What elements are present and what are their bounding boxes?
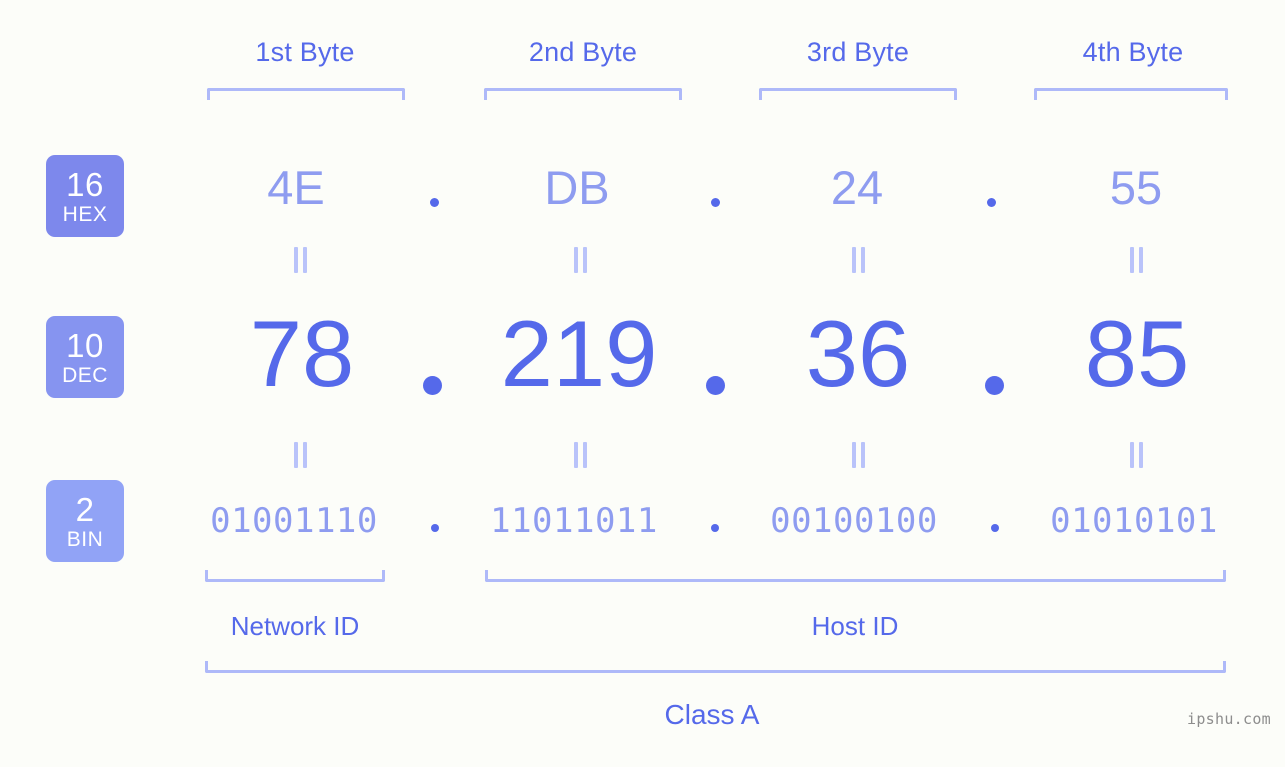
base-badge-bin: 2 BIN (46, 480, 124, 562)
equals-marker-dec-bin-4 (1129, 442, 1144, 468)
dec-octet-3: 36 (805, 301, 911, 406)
base-number-bin: 2 (75, 490, 95, 528)
equals-marker-hex-dec-1 (293, 247, 308, 273)
bin-separator-dot-1 (431, 524, 439, 532)
watermark: ipshu.com (1187, 710, 1271, 728)
byte-bracket-3 (759, 88, 957, 100)
hex-separator-dot-1 (430, 198, 439, 207)
hex-separator-dot-3 (987, 198, 996, 207)
byte-bracket-2 (484, 88, 682, 100)
base-badge-hex: 16 HEX (46, 155, 124, 237)
byte-bracket-4 (1034, 88, 1228, 100)
hex-separator-dot-2 (711, 198, 720, 207)
equals-marker-dec-bin-2 (573, 442, 588, 468)
dec-separator-dot-2 (706, 376, 725, 395)
equals-marker-hex-dec-2 (573, 247, 588, 273)
base-name-bin: BIN (66, 527, 104, 551)
bin-octet-2: 11011011 (490, 501, 658, 541)
base-name-dec: DEC (62, 363, 108, 387)
ip-address-breakdown-diagram: 1st Byte 2nd Byte 3rd Byte 4th Byte 16 H… (0, 0, 1285, 767)
network-id-label: Network ID (230, 611, 360, 641)
bin-octet-1: 01001110 (210, 501, 378, 541)
hex-octet-1: 4E (267, 161, 325, 214)
equals-marker-dec-bin-1 (293, 442, 308, 468)
host-id-label: Host ID (811, 611, 899, 641)
bin-separator-dot-3 (991, 524, 999, 532)
network-id-bracket (205, 570, 385, 582)
class-bracket (205, 661, 1226, 673)
dec-separator-dot-3 (985, 376, 1004, 395)
hex-octet-3: 24 (830, 161, 884, 214)
byte-bracket-1 (207, 88, 405, 100)
byte-header-1: 1st Byte (255, 37, 355, 67)
equals-marker-dec-bin-3 (851, 442, 866, 468)
base-badge-dec: 10 DEC (46, 316, 124, 398)
hex-octet-4: 55 (1109, 161, 1163, 214)
equals-marker-hex-dec-3 (851, 247, 866, 273)
hex-octet-2: DB (544, 161, 610, 214)
dec-separator-dot-1 (423, 376, 442, 395)
dec-octet-2: 219 (500, 301, 658, 406)
bin-separator-dot-2 (711, 524, 719, 532)
base-number-dec: 10 (66, 326, 104, 364)
dec-octet-4: 85 (1084, 301, 1190, 406)
bin-octet-3: 00100100 (770, 501, 938, 541)
host-id-bracket (485, 570, 1226, 582)
byte-header-3: 3rd Byte (806, 37, 910, 67)
equals-marker-hex-dec-4 (1129, 247, 1144, 273)
base-number-hex: 16 (66, 165, 104, 203)
bin-octet-4: 01010101 (1050, 501, 1218, 541)
dec-octet-1: 78 (249, 301, 355, 406)
byte-header-2: 2nd Byte (528, 37, 638, 67)
byte-header-4: 4th Byte (1082, 37, 1184, 67)
base-name-hex: HEX (62, 202, 108, 226)
class-label: Class A (664, 699, 760, 730)
